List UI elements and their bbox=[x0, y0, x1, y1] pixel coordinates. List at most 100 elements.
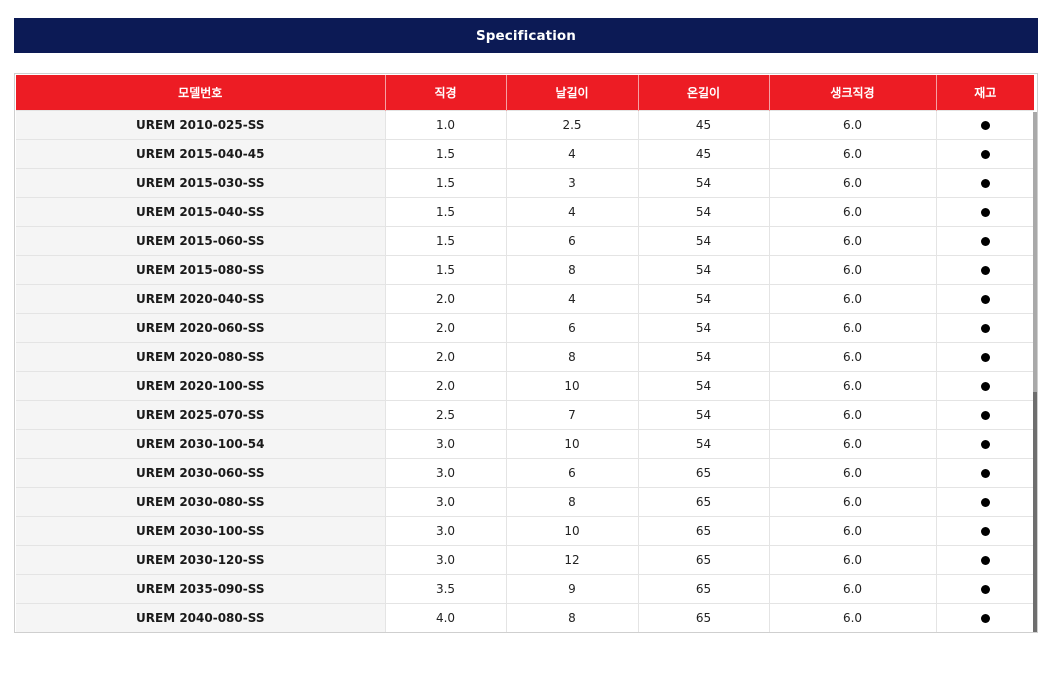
cell-model: UREM 2020-060-SS bbox=[16, 313, 386, 343]
specification-title: Specification bbox=[475, 27, 577, 44]
cell-overall-length: 65 bbox=[638, 458, 770, 488]
cell-overall-length: 65 bbox=[638, 545, 770, 575]
cell-diameter: 1.0 bbox=[385, 110, 507, 140]
cell-shank-diameter: 6.0 bbox=[769, 313, 937, 343]
table-row: UREM 2030-100-SS 3.0 10 65 6.0 bbox=[16, 516, 1034, 546]
cell-shank-diameter: 6.0 bbox=[769, 574, 937, 604]
table-row: UREM 2035-090-SS 3.5 9 65 6.0 bbox=[16, 574, 1034, 604]
cell-shank-diameter: 6.0 bbox=[769, 197, 937, 227]
filled-circle-icon bbox=[980, 295, 990, 304]
cell-flute-length: 4 bbox=[506, 197, 639, 227]
cell-shank-diameter: 6.0 bbox=[769, 400, 937, 430]
cell-flute-length: 10 bbox=[506, 371, 639, 401]
header-row: 모델번호 직경 날길이 온길이 생크직경 재고 bbox=[16, 75, 1034, 111]
cell-stock bbox=[936, 574, 1034, 604]
cell-shank-diameter: 6.0 bbox=[769, 487, 937, 517]
cell-stock bbox=[936, 516, 1034, 546]
spec-table-container: 모델번호 직경 날길이 온길이 생크직경 재고 UREM 2010-025-SS… bbox=[14, 73, 1038, 633]
cell-overall-length: 54 bbox=[638, 284, 770, 314]
cell-flute-length: 10 bbox=[506, 429, 639, 459]
column-header-diameter: 직경 bbox=[385, 75, 507, 111]
cell-diameter: 2.0 bbox=[385, 313, 507, 343]
cell-model: UREM 2030-100-SS bbox=[16, 516, 386, 546]
table-row: UREM 2015-080-SS 1.5 8 54 6.0 bbox=[16, 255, 1034, 285]
cell-overall-length: 45 bbox=[638, 139, 770, 169]
cell-overall-length: 54 bbox=[638, 400, 770, 430]
cell-stock bbox=[936, 545, 1034, 575]
cell-shank-diameter: 6.0 bbox=[769, 545, 937, 575]
cell-model: UREM 2015-080-SS bbox=[16, 255, 386, 285]
cell-overall-length: 54 bbox=[638, 168, 770, 198]
cell-diameter: 2.5 bbox=[385, 400, 507, 430]
filled-circle-icon bbox=[980, 382, 990, 391]
filled-circle-icon bbox=[980, 324, 990, 333]
scrollbar-track-upper bbox=[1033, 112, 1037, 392]
cell-shank-diameter: 6.0 bbox=[769, 168, 937, 198]
cell-flute-length: 6 bbox=[506, 226, 639, 256]
table-row: UREM 2020-100-SS 2.0 10 54 6.0 bbox=[16, 371, 1034, 401]
cell-stock bbox=[936, 255, 1034, 285]
cell-overall-length: 65 bbox=[638, 516, 770, 546]
filled-circle-icon bbox=[980, 585, 990, 594]
cell-stock bbox=[936, 487, 1034, 517]
filled-circle-icon bbox=[980, 440, 990, 449]
table-row: UREM 2030-080-SS 3.0 8 65 6.0 bbox=[16, 487, 1034, 517]
cell-flute-length: 7 bbox=[506, 400, 639, 430]
filled-circle-icon bbox=[980, 469, 990, 478]
column-header-shank-diameter: 생크직경 bbox=[769, 75, 937, 111]
cell-flute-length: 3 bbox=[506, 168, 639, 198]
cell-flute-length: 12 bbox=[506, 545, 639, 575]
column-header-model: 모델번호 bbox=[16, 75, 386, 111]
cell-overall-length: 54 bbox=[638, 197, 770, 227]
cell-diameter: 3.0 bbox=[385, 545, 507, 575]
table-row: UREM 2015-030-SS 1.5 3 54 6.0 bbox=[16, 168, 1034, 198]
cell-stock bbox=[936, 110, 1034, 140]
cell-diameter: 3.0 bbox=[385, 458, 507, 488]
cell-stock bbox=[936, 603, 1034, 632]
table-row: UREM 2015-040-45 1.5 4 45 6.0 bbox=[16, 139, 1034, 169]
cell-flute-length: 8 bbox=[506, 342, 639, 372]
cell-overall-length: 45 bbox=[638, 110, 770, 140]
cell-diameter: 1.5 bbox=[385, 226, 507, 256]
column-header-stock: 재고 bbox=[936, 75, 1034, 111]
cell-diameter: 4.0 bbox=[385, 603, 507, 632]
scrollbar-thumb[interactable] bbox=[1033, 392, 1037, 632]
cell-stock bbox=[936, 429, 1034, 459]
cell-overall-length: 65 bbox=[638, 487, 770, 517]
cell-stock bbox=[936, 197, 1034, 227]
cell-shank-diameter: 6.0 bbox=[769, 458, 937, 488]
cell-model: UREM 2025-070-SS bbox=[16, 400, 386, 430]
cell-model: UREM 2030-080-SS bbox=[16, 487, 386, 517]
page: Specification 모델번호 직경 날길이 온길이 생크직경 재고 UR… bbox=[0, 0, 1046, 676]
cell-stock bbox=[936, 313, 1034, 343]
cell-overall-length: 54 bbox=[638, 226, 770, 256]
cell-shank-diameter: 6.0 bbox=[769, 255, 937, 285]
filled-circle-icon bbox=[980, 614, 990, 623]
cell-diameter: 2.0 bbox=[385, 284, 507, 314]
filled-circle-icon bbox=[980, 498, 990, 507]
table-row: UREM 2020-080-SS 2.0 8 54 6.0 bbox=[16, 342, 1034, 372]
table-row: UREM 2020-040-SS 2.0 4 54 6.0 bbox=[16, 284, 1034, 314]
cell-flute-length: 4 bbox=[506, 139, 639, 169]
cell-model: UREM 2020-100-SS bbox=[16, 371, 386, 401]
filled-circle-icon bbox=[980, 556, 990, 565]
filled-circle-icon bbox=[980, 237, 990, 246]
cell-flute-length: 2.5 bbox=[506, 110, 639, 140]
cell-model: UREM 2020-040-SS bbox=[16, 284, 386, 314]
cell-model: UREM 2010-025-SS bbox=[16, 110, 386, 140]
cell-overall-length: 65 bbox=[638, 603, 770, 632]
cell-diameter: 2.0 bbox=[385, 342, 507, 372]
cell-model: UREM 2030-060-SS bbox=[16, 458, 386, 488]
table-row: UREM 2015-060-SS 1.5 6 54 6.0 bbox=[16, 226, 1034, 256]
cell-model: UREM 2020-080-SS bbox=[16, 342, 386, 372]
filled-circle-icon bbox=[980, 411, 990, 420]
filled-circle-icon bbox=[980, 150, 990, 159]
cell-shank-diameter: 6.0 bbox=[769, 342, 937, 372]
vertical-scrollbar[interactable] bbox=[1033, 112, 1037, 632]
cell-flute-length: 4 bbox=[506, 284, 639, 314]
cell-model: UREM 2030-100-54 bbox=[16, 429, 386, 459]
spec-table: 모델번호 직경 날길이 온길이 생크직경 재고 UREM 2010-025-SS… bbox=[16, 75, 1034, 632]
table-head: 모델번호 직경 날길이 온길이 생크직경 재고 bbox=[16, 75, 1034, 111]
cell-stock bbox=[936, 342, 1034, 372]
table-row: UREM 2040-080-SS 4.0 8 65 6.0 bbox=[16, 603, 1034, 632]
